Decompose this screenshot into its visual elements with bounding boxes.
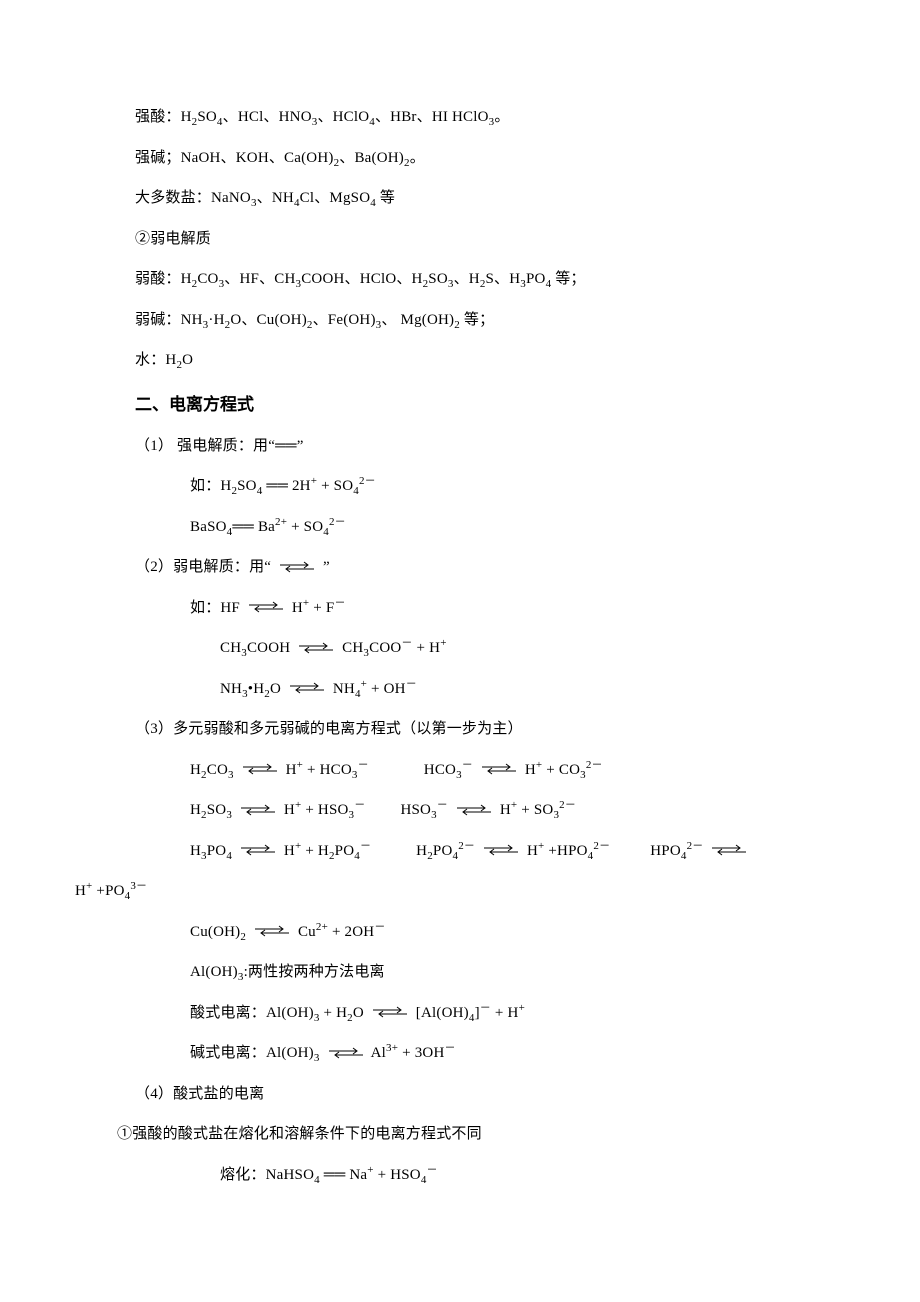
text: Na+ + HSO4－ [345, 1167, 437, 1183]
paragraph: ①强酸的酸式盐在熔化和溶解条件下的电离方程式不同 [117, 1117, 785, 1152]
paragraph: （3）多元弱酸和多元弱碱的电离方程式（以第一步为主） [135, 712, 785, 747]
document-page: 强酸：H2SO4、HCl、HNO3、HClO4、HBr、HI HClO3。 强碱… [0, 0, 920, 1302]
text: H+ + H2PO4－ [280, 843, 371, 859]
text: 弱酸：H2CO3、HF、CH3COOH、HClO、H2SO3、H2S、H3PO4… [135, 271, 586, 287]
text: CH3COO－ + H+ [338, 640, 446, 656]
text: HCO3－ [424, 762, 477, 778]
equilibrium-arrow-icon [712, 846, 746, 856]
text: 如：HF [190, 600, 244, 616]
text: 熔化：NaHSO4 [220, 1167, 324, 1183]
text: CH3COOH [220, 640, 294, 656]
paragraph: 弱酸：H2CO3、HF、CH3COOH、HClO、H2SO3、H2S、H3PO4… [135, 262, 785, 297]
text: （1） 强电解质：用“ [135, 438, 275, 454]
equilibrium-arrow-icon [299, 644, 333, 654]
equals-arrow-icon: ══ [232, 519, 254, 535]
paragraph: Al(OH)3:两性按两种方法电离 [135, 955, 785, 990]
text: 碱式电离：Al(OH)3 [190, 1045, 324, 1061]
paragraph: 弱碱：NH3·H2O、Cu(OH)2、Fe(OH)3、 Mg(OH)2 等； [135, 303, 785, 338]
text: H2CO3 [190, 762, 238, 778]
text: H+ + HSO3－ [280, 802, 365, 818]
text: 强碱；NaOH、KOH、Ca(OH)2、Ba(OH)2。 [135, 150, 425, 166]
text: Cu(OH)2 [190, 924, 250, 940]
text: BaSO4 [190, 519, 232, 535]
text: 2H+ + SO42－ [288, 478, 376, 494]
paragraph: 水：H2O [135, 343, 785, 378]
equation: H+ +PO43－ [75, 874, 785, 909]
text: 酸式电离：Al(OH)3 + H2O [190, 1005, 368, 1021]
text: NH4+ + OH－ [329, 681, 417, 697]
text: HPO42－ [650, 843, 707, 859]
text: 大多数盐：NaNO3、NH4Cl、MgSO4 等 [135, 190, 395, 206]
equals-arrow-icon: ══ [266, 478, 288, 494]
text: H+ +PO43－ [75, 883, 147, 899]
equilibrium-arrow-icon [373, 1008, 407, 1018]
text: H+ + SO32－ [496, 802, 576, 818]
equilibrium-arrow-icon [249, 603, 283, 613]
paragraph: （4）酸式盐的电离 [135, 1077, 785, 1112]
text: [Al(OH)4]－ + H+ [412, 1005, 525, 1021]
equation: CH3COOH CH3COO－ + H+ [135, 631, 785, 666]
equilibrium-arrow-icon [241, 846, 275, 856]
equation: 熔化：NaHSO4 ══ Na+ + HSO4－ [135, 1158, 785, 1193]
equilibrium-arrow-icon [482, 765, 516, 775]
text: Al(OH)3:两性按两种方法电离 [190, 964, 385, 980]
text: ②弱电解质 [135, 231, 211, 247]
equation: BaSO4══ Ba2+ + SO42－ [135, 510, 785, 545]
text: 弱碱：NH3·H2O、Cu(OH)2、Fe(OH)3、 Mg(OH)2 等； [135, 312, 494, 328]
text: （2）弱电解质：用“ [135, 559, 275, 575]
text: H3PO4 [190, 843, 236, 859]
paragraph: ②弱电解质 [135, 222, 785, 257]
text: H+ + F－ [288, 600, 346, 616]
paragraph: （1） 强电解质：用“══” [135, 429, 785, 464]
text: H2SO3 [190, 802, 236, 818]
equilibrium-arrow-icon [280, 563, 314, 573]
equation: H3PO4 H+ + H2PO4－ H2PO42－ H+ +HPO42－ HPO42… [135, 834, 785, 869]
paragraph: 大多数盐：NaNO3、NH4Cl、MgSO4 等 [135, 181, 785, 216]
text: Ba2+ + SO42－ [254, 519, 346, 535]
equation: 酸式电离：Al(OH)3 + H2O [Al(OH)4]－ + H+ [135, 996, 785, 1031]
text: Al3+ + 3OH－ [368, 1045, 456, 1061]
text: H2PO42－ [416, 843, 479, 859]
text: H+ + CO32－ [521, 762, 603, 778]
equation: NH3•H2O NH4+ + OH－ [135, 672, 785, 707]
equilibrium-arrow-icon [241, 806, 275, 816]
text: ①强酸的酸式盐在熔化和溶解条件下的电离方程式不同 [117, 1126, 482, 1142]
text: （3）多元弱酸和多元弱碱的电离方程式（以第一步为主） [135, 721, 523, 737]
text: 水：H2O [135, 352, 193, 368]
equilibrium-arrow-icon [457, 806, 491, 816]
equation: H2SO3 H+ + HSO3－ HSO3－ H+ + SO32－ [135, 793, 785, 828]
text: H+ + HCO3－ [282, 762, 369, 778]
equation: Cu(OH)2 Cu2+ + 2OH－ [135, 915, 785, 950]
equation: H2CO3 H+ + HCO3－ HCO3－ H+ + CO32－ [135, 753, 785, 788]
text: HSO3－ [400, 802, 451, 818]
equals-arrow-icon: ══ [324, 1167, 346, 1183]
text: H+ +HPO42－ [523, 843, 610, 859]
equation: 碱式电离：Al(OH)3 Al3+ + 3OH－ [135, 1036, 785, 1071]
equation: 如：H2SO4 ══ 2H+ + SO42－ [135, 469, 785, 504]
equilibrium-arrow-icon [329, 1049, 363, 1059]
text: 如：H2SO4 [190, 478, 266, 494]
paragraph: （2）弱电解质：用“ ” [135, 550, 785, 585]
text: ” [297, 438, 304, 454]
paragraph: 强酸：H2SO4、HCl、HNO3、HClO4、HBr、HI HClO3。 [135, 100, 785, 135]
text: （4）酸式盐的电离 [135, 1086, 264, 1102]
text: 二、电离方程式 [135, 395, 254, 414]
equilibrium-arrow-icon [290, 684, 324, 694]
equals-arrow-icon: ══ [275, 438, 297, 454]
equilibrium-arrow-icon [484, 846, 518, 856]
equilibrium-arrow-icon [243, 765, 277, 775]
text: NH3•H2O [220, 681, 285, 697]
text: ” [319, 559, 330, 575]
section-heading: 二、电离方程式 [135, 386, 785, 423]
equation: 如：HF H+ + F－ [135, 591, 785, 626]
equilibrium-arrow-icon [255, 927, 289, 937]
text: 强酸：H2SO4、HCl、HNO3、HClO4、HBr、HI HClO3。 [135, 109, 510, 125]
paragraph: 强碱；NaOH、KOH、Ca(OH)2、Ba(OH)2。 [135, 141, 785, 176]
text: Cu2+ + 2OH－ [294, 924, 386, 940]
